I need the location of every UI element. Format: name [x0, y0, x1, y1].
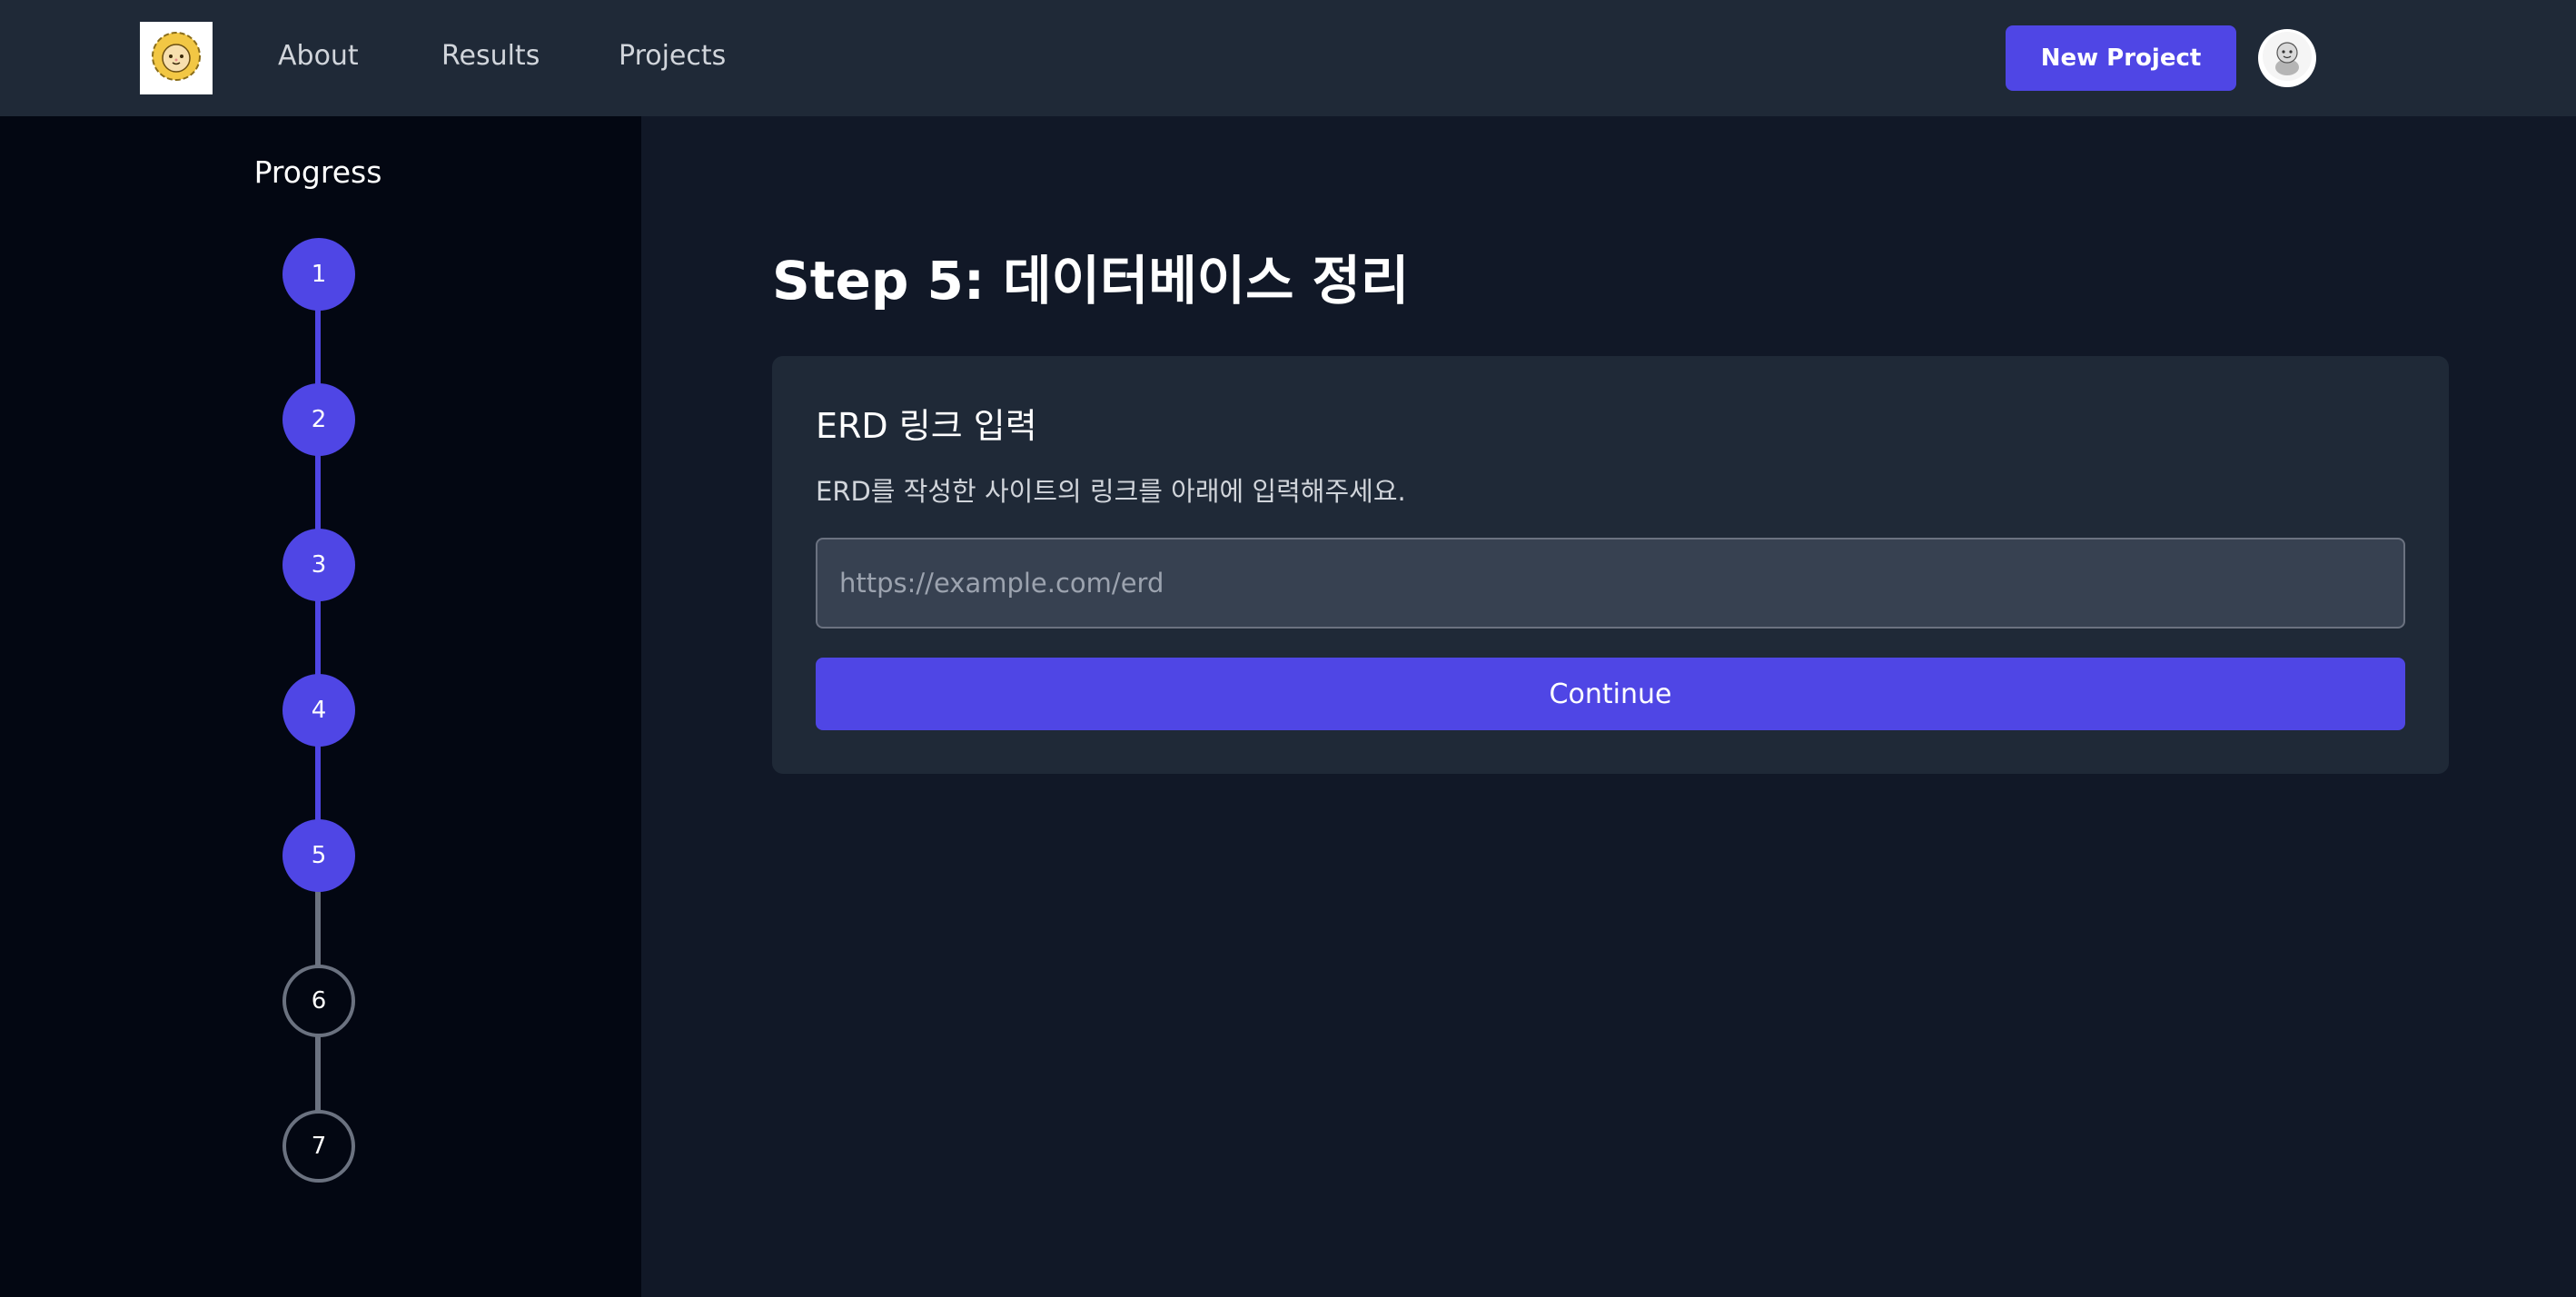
progress-title: Progress	[253, 154, 382, 190]
card-description: ERD를 작성한 사이트의 링크를 아래에 입력해주세요.	[816, 476, 1406, 507]
top-nav-bar: About Results Projects New Project	[0, 0, 2576, 116]
continue-button[interactable]: Continue	[816, 658, 2405, 730]
new-project-button[interactable]: New Project	[2006, 25, 2236, 91]
logo[interactable]	[140, 22, 213, 94]
progress-step-5[interactable]: 5	[282, 819, 355, 892]
progress-step-2[interactable]: 2	[282, 383, 355, 456]
user-avatar-icon	[2262, 31, 2313, 85]
page-title: Step 5: 데이터베이스 정리	[772, 250, 1410, 312]
nav-link-projects[interactable]: Projects	[619, 36, 726, 76]
lion-face-icon	[149, 29, 203, 87]
progress-step-1[interactable]: 1	[282, 238, 355, 311]
erd-link-input[interactable]	[816, 538, 2405, 629]
nav-link-results[interactable]: Results	[441, 36, 540, 76]
avatar[interactable]	[2258, 29, 2316, 87]
progress-step-7[interactable]: 7	[282, 1110, 355, 1183]
progress-step-4[interactable]: 4	[282, 674, 355, 747]
progress-step-3[interactable]: 3	[282, 529, 355, 601]
progress-sidebar: Progress 1 2 3 4 5 6 7	[0, 116, 641, 1297]
nav-link-about[interactable]: About	[278, 36, 359, 76]
card-title: ERD 링크 입력	[816, 406, 1037, 446]
progress-step-6[interactable]: 6	[282, 965, 355, 1037]
erd-link-card: ERD 링크 입력 ERD를 작성한 사이트의 링크를 아래에 입력해주세요. …	[772, 356, 2449, 774]
